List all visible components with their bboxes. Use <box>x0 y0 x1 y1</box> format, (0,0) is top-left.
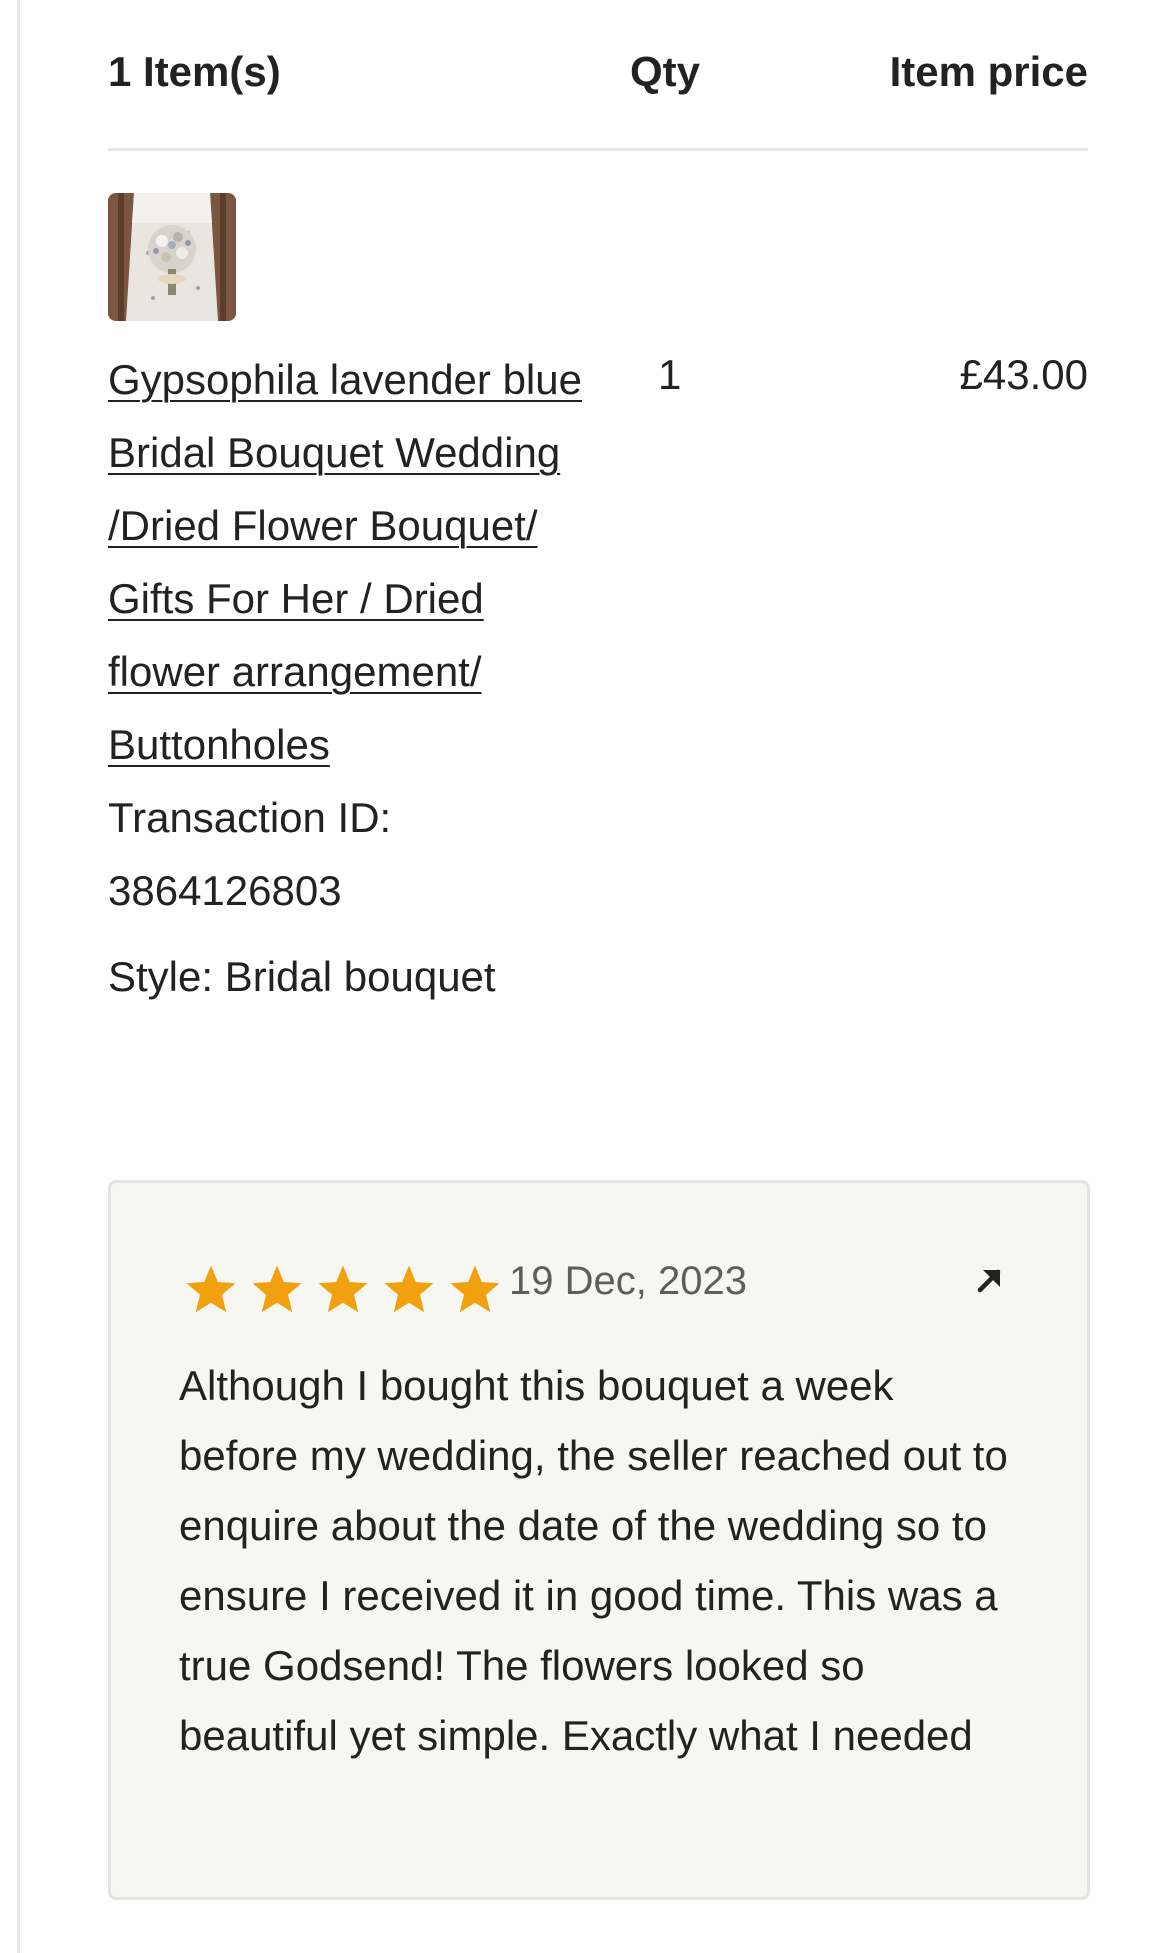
transaction-id: Transaction ID: 3864126803 <box>108 794 392 914</box>
star-rating <box>181 1259 505 1319</box>
item-quantity: 1 <box>658 351 682 398</box>
arrow-up-right-icon[interactable] <box>969 1259 1009 1299</box>
star-icon <box>445 1259 505 1319</box>
item-price: £43.00 <box>959 351 1088 398</box>
order-item-row: 1 £43.00 Gypsophila lavender blue Bridal… <box>108 151 1088 1007</box>
left-border <box>17 0 20 1953</box>
review-text: Although I bought this bouquet a week be… <box>179 1362 1008 1759</box>
review-date: 19 Dec, 2023 <box>509 1259 747 1303</box>
items-table-header: 1 Item(s) Qty Item price <box>108 0 1088 151</box>
star-icon <box>313 1259 373 1319</box>
star-icon <box>247 1259 307 1319</box>
item-title-link[interactable]: Gypsophila lavender blue Bridal Bouquet … <box>108 343 588 781</box>
star-icon <box>379 1259 439 1319</box>
item-thumbnail[interactable] <box>108 193 236 321</box>
column-header-items: 1 Item(s) <box>108 48 281 95</box>
item-style: Style: Bridal bouquet <box>108 953 496 1000</box>
column-header-qty: Qty <box>630 48 701 95</box>
review-card: 19 Dec, 2023 Although I bought this bouq… <box>108 1180 1090 1900</box>
order-items-panel: 1 Item(s) Qty Item price 1 £43.00 Gypsop… <box>108 0 1088 1007</box>
star-icon <box>181 1259 241 1319</box>
column-header-price: Item price <box>889 48 1088 95</box>
